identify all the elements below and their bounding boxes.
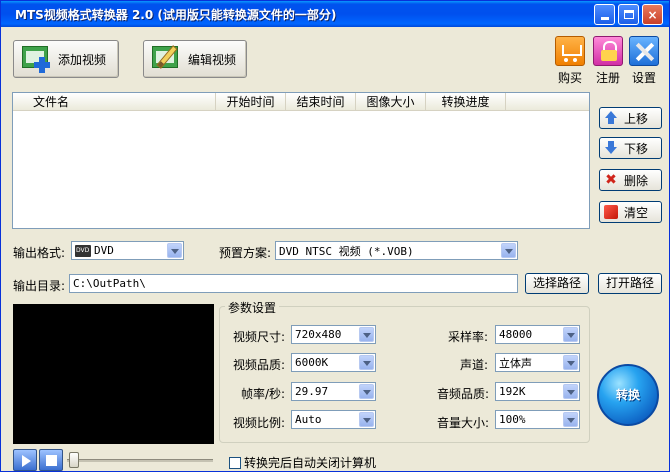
auto-shutdown-checkbox[interactable] [229,457,241,469]
preset-select[interactable]: DVD NTSC 视频 (*.VOB) [275,241,518,260]
output-format-label: 输出格式: [13,246,66,260]
output-format-select[interactable]: DVD [71,241,184,260]
register-button[interactable]: 注册 [591,36,625,85]
chevron-down-icon[interactable] [167,243,182,258]
chevron-down-icon[interactable] [563,412,578,427]
audio-quality-select[interactable]: 192K [495,382,580,401]
window-title: MTS视频格式转换器 2.0 (试用版只能转换源文件的一部分) [15,8,337,22]
volume-label: 音量大小: [437,416,490,430]
seek-track [67,459,213,462]
video-quality-value: 6000K [295,356,329,369]
title-bar[interactable]: MTS视频格式转换器 2.0 (试用版只能转换源文件的一部分) × [1,1,669,27]
close-button[interactable]: × [642,4,663,25]
chevron-down-icon[interactable] [563,384,578,399]
video-size-select[interactable]: 720x480 [291,325,376,344]
volume-value: 100% [499,413,526,426]
chevron-down-icon[interactable] [501,243,516,258]
channels-label: 声道: [460,358,489,372]
preset-value: DVD NTSC 视频 (*.VOB) [279,244,414,258]
chevron-down-icon[interactable] [359,327,374,342]
add-video-label: 添加视频 [58,52,107,67]
arrow-down-icon [604,141,618,155]
chevron-down-icon[interactable] [359,412,374,427]
open-path-button[interactable]: 打开路径 [598,273,662,294]
play-button[interactable] [13,449,37,471]
chevron-down-icon[interactable] [563,327,578,342]
edit-video-button[interactable]: 编辑视频 [143,40,247,78]
file-list[interactable]: 文件名 开始时间 结束时间 图像大小 转换进度 [12,92,590,229]
register-label: 注册 [595,71,620,85]
audio-quality-label: 音频品质: [437,387,490,401]
buy-label: 购买 [557,71,582,85]
column-image-size[interactable]: 图像大小 [356,93,426,111]
move-up-button[interactable]: 上移 [599,107,662,129]
video-quality-label: 视频品质: [233,358,286,372]
video-preview [13,304,214,444]
samplerate-value: 48000 [499,328,533,341]
maximize-icon [623,10,634,19]
delete-label: 删除 [624,173,649,188]
video-size-value: 720x480 [295,328,342,341]
aspect-value: Auto [295,413,322,426]
file-list-header: 文件名 开始时间 结束时间 图像大小 转换进度 [13,93,589,111]
edit-video-icon [150,44,184,74]
move-up-label: 上移 [624,111,649,126]
add-video-icon [20,44,54,74]
video-size-label: 视频尺寸: [233,330,286,344]
chevron-down-icon[interactable] [359,384,374,399]
framerate-label: 帧率/秒: [241,387,286,401]
move-down-button[interactable]: 下移 [599,137,662,159]
stop-button[interactable] [39,449,63,471]
app-window: MTS视频格式转换器 2.0 (试用版只能转换源文件的一部分) × 添加视频 编… [0,0,670,472]
column-filler [506,93,589,111]
chevron-down-icon[interactable] [563,355,578,370]
framerate-value: 29.97 [295,385,329,398]
preset-label: 预置方案: [219,246,272,260]
minimize-button[interactable] [594,4,615,25]
chevron-down-icon[interactable] [359,355,374,370]
arrow-up-icon [604,111,618,125]
clear-label: 清空 [624,205,649,220]
delete-button[interactable]: ✖ 删除 [599,169,662,191]
lock-icon [593,36,623,66]
add-video-button[interactable]: 添加视频 [13,40,119,78]
column-filename[interactable]: 文件名 [13,93,216,111]
output-dir-input[interactable]: C:\OutPath\ [69,274,518,293]
samplerate-label: 采样率: [448,330,489,344]
aspect-label: 视频比例: [233,416,286,430]
maximize-button[interactable] [618,4,639,25]
dvd-icon [75,244,91,257]
buy-button[interactable]: 购买 [553,36,587,85]
delete-icon: ✖ [605,172,617,188]
channels-value: 立体声 [499,356,532,370]
output-format-value: DVD [94,244,114,257]
convert-button[interactable]: 转换 [597,364,659,426]
choose-path-button[interactable]: 选择路径 [525,273,589,294]
edit-video-label: 编辑视频 [188,52,237,67]
clear-icon [604,205,618,219]
settings-button[interactable]: 设置 [627,36,661,85]
clear-button[interactable]: 清空 [599,201,662,223]
output-dir-label: 输出目录: [13,279,66,293]
cart-icon [555,36,585,66]
close-icon: × [647,7,658,22]
column-start-time[interactable]: 开始时间 [216,93,286,111]
params-title: 参数设置 [225,299,280,316]
channels-select[interactable]: 立体声 [495,353,580,372]
audio-quality-value: 192K [499,385,526,398]
column-end-time[interactable]: 结束时间 [286,93,356,111]
auto-shutdown-label[interactable]: 转换完后自动关闭计算机 [244,454,376,471]
samplerate-select[interactable]: 48000 [495,325,580,344]
settings-label: 设置 [631,71,656,85]
tools-icon [629,36,659,66]
column-progress[interactable]: 转换进度 [426,93,506,111]
aspect-select[interactable]: Auto [291,410,376,429]
minimize-icon [600,17,609,20]
move-down-label: 下移 [624,141,649,156]
video-quality-select[interactable]: 6000K [291,353,376,372]
seek-thumb[interactable] [69,452,79,468]
volume-select[interactable]: 100% [495,410,580,429]
seek-slider[interactable] [67,452,213,468]
framerate-select[interactable]: 29.97 [291,382,376,401]
